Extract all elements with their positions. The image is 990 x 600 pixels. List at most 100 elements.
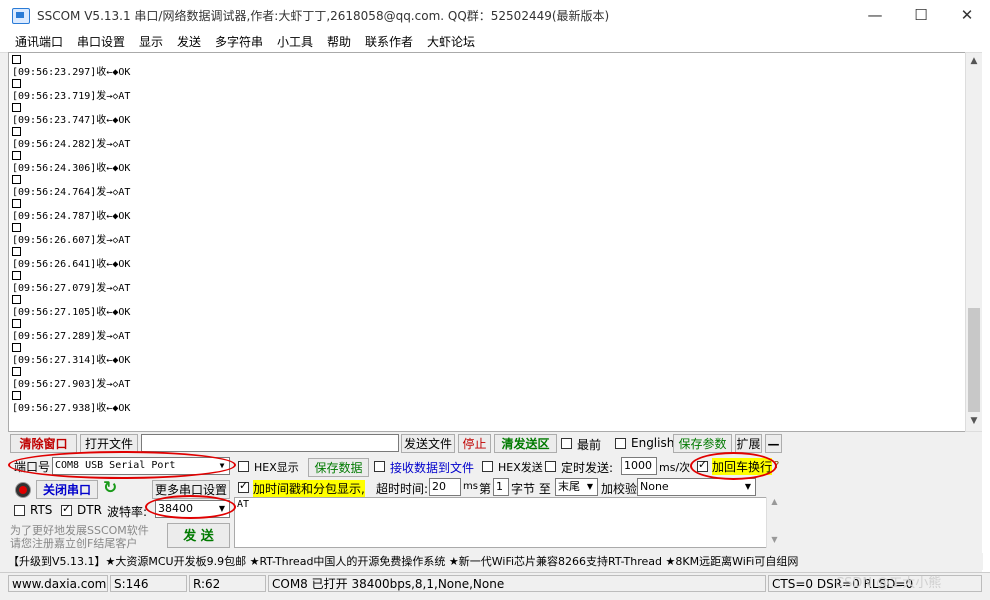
save-params-button[interactable]: 保存参数 [673, 434, 732, 453]
send-scrollbar[interactable]: ▲ ▼ [766, 497, 782, 548]
scroll-thumb[interactable] [968, 308, 980, 412]
frontmost-checkbox[interactable] [561, 438, 572, 449]
send-button[interactable]: 发 送 [167, 523, 230, 548]
log-dir: 发→◇ [96, 91, 119, 102]
log-marker-icon [12, 127, 21, 139]
log-marker-icon [12, 367, 21, 379]
close-button[interactable]: ✕ [944, 0, 990, 30]
recv-to-file-checkbox[interactable] [374, 461, 385, 472]
receive-log[interactable]: [09:56:23.297]收←◆OK [09:56:23.719]发→◇AT [0… [8, 52, 967, 432]
hex-display-label: HEX显示 [254, 461, 299, 474]
timed-send-checkbox[interactable] [545, 461, 556, 472]
english-checkbox[interactable] [615, 438, 626, 449]
expand-button[interactable]: 扩展 [735, 434, 762, 453]
checksum-label: 加校验 [601, 482, 638, 496]
log-marker-icon [12, 343, 21, 355]
log-line: [09:56:23.719]发→◇AT [12, 91, 130, 102]
frontmost-label: 最前 [577, 438, 602, 452]
timestamp-checkbox[interactable] [238, 479, 249, 493]
recv-to-file-label[interactable]: 接收数据到文件 [390, 459, 474, 476]
log-dir: 发→◇ [96, 379, 119, 390]
end-select[interactable]: 末尾 ▼ [555, 478, 598, 496]
scroll-down-icon[interactable]: ▼ [966, 413, 982, 429]
minimize-button[interactable]: — [852, 0, 898, 30]
checksum-select[interactable]: None ▼ [637, 478, 756, 496]
log-msg: AT [118, 379, 131, 390]
rts-label: RTS [30, 503, 53, 517]
log-time: [09:56:24.787] [12, 211, 97, 222]
log-msg: OK [118, 307, 131, 318]
log-line: [09:56:26.641]收←◆OK [12, 259, 130, 270]
log-line: [09:56:27.938]收←◆OK [12, 403, 130, 414]
collapse-button[interactable]: — [765, 434, 782, 453]
log-time: [09:56:23.747] [12, 115, 97, 126]
menu-tools[interactable]: 小工具 [277, 33, 313, 50]
interval-input[interactable]: 1000 [621, 457, 657, 475]
log-time: [09:56:27.079] [12, 283, 97, 294]
status-sent: S:146 [110, 575, 187, 592]
scroll-down-icon[interactable]: ▼ [767, 535, 782, 544]
log-line: [09:56:27.289]发→◇AT [12, 331, 130, 342]
log-line: [09:56:24.306]收←◆OK [12, 163, 130, 174]
chevron-down-icon: ▼ [586, 482, 594, 491]
log-msg: OK [118, 259, 131, 270]
interval-unit-label: ms/次 [659, 461, 691, 474]
log-time: [09:56:27.903] [12, 379, 97, 390]
log-time: [09:56:26.607] [12, 235, 97, 246]
byte-start-input[interactable]: 1 [493, 478, 509, 496]
log-dir: 收←◆ [96, 259, 119, 270]
refresh-icon[interactable]: ↻ [103, 478, 117, 498]
rts-checkbox[interactable] [14, 505, 25, 516]
hex-display-checkbox[interactable] [238, 461, 249, 472]
stop-button[interactable]: 停止 [458, 434, 491, 453]
clear-send-button[interactable]: 清发送区 [494, 434, 557, 453]
log-msg: OK [118, 163, 131, 174]
menu-display[interactable]: 显示 [139, 33, 163, 50]
send-textarea[interactable]: AT [234, 497, 781, 548]
menu-send[interactable]: 发送 [177, 33, 201, 50]
file-path-input[interactable] [141, 434, 399, 452]
clear-window-button[interactable]: 清除窗口 [10, 434, 77, 453]
close-port-button[interactable]: 关闭串口 [36, 480, 98, 499]
menu-multi-string[interactable]: 多字符串 [215, 33, 263, 50]
log-msg: AT [118, 235, 131, 246]
dtr-checkbox[interactable] [61, 502, 72, 516]
log-msg: OK [118, 403, 131, 414]
promo-line-2[interactable]: 请您注册嘉立创F结尾客户 [10, 535, 137, 551]
timeout-input[interactable]: 20 [429, 478, 461, 496]
log-dir: 收←◆ [96, 307, 119, 318]
log-line: [09:56:27.314]收←◆OK [12, 355, 130, 366]
title-bar: SSCOM V5.13.1 串口/网络数据调试器,作者:大虾丁丁,2618058… [0, 0, 990, 30]
menu-forum[interactable]: 大虾论坛 [427, 33, 475, 50]
hex-send-label: HEX发送 [498, 461, 543, 474]
menu-help[interactable]: 帮助 [327, 33, 351, 50]
promo-bar[interactable]: 【升级到V5.13.1】★大资源MCU开发板9.9包邮 ★RT-Thread中国… [8, 553, 983, 570]
send-text: AT [237, 499, 250, 510]
log-marker-icon [12, 103, 21, 115]
scroll-up-icon[interactable]: ▲ [966, 53, 982, 69]
log-dir: 发→◇ [96, 187, 119, 198]
menu-comm-port[interactable]: 通讯端口 [15, 33, 63, 50]
maximize-button[interactable]: ☐ [898, 0, 944, 30]
log-msg: OK [118, 355, 131, 366]
save-data-button[interactable]: 保存数据 [308, 458, 369, 477]
log-msg: OK [118, 115, 131, 126]
end-select-value: 末尾 [558, 480, 580, 493]
promo-text[interactable]: 【升级到V5.13.1】★大资源MCU开发板9.9包邮 ★RT-Thread中国… [8, 555, 798, 568]
log-time: [09:56:26.641] [12, 259, 97, 270]
status-website[interactable]: www.daxia.com [8, 575, 108, 592]
send-file-button[interactable]: 发送文件 [401, 434, 455, 453]
log-msg: OK [118, 211, 131, 222]
log-line: [09:56:24.282]发→◇AT [12, 139, 130, 150]
timeout-label: 超时时间: [376, 482, 429, 496]
hex-send-checkbox[interactable] [482, 461, 493, 472]
log-time: [09:56:23.719] [12, 91, 97, 102]
log-msg: AT [118, 283, 131, 294]
log-scrollbar[interactable]: ▲ ▼ [965, 52, 983, 432]
watermark: CSDN @工大小熊 [835, 576, 942, 591]
menu-contact[interactable]: 联系作者 [365, 33, 413, 50]
status-port-info: COM8 已打开 38400bps,8,1,None,None [268, 575, 766, 592]
menu-port-settings[interactable]: 串口设置 [77, 33, 125, 50]
scroll-up-icon[interactable]: ▲ [767, 497, 782, 506]
log-line: [09:56:24.787]收←◆OK [12, 211, 130, 222]
